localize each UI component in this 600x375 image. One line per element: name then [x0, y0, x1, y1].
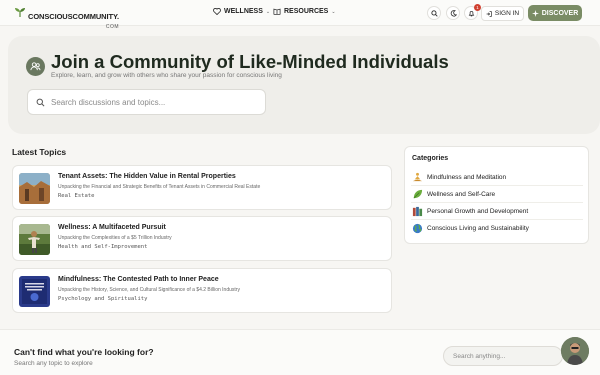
topic-thumbnail [19, 224, 50, 255]
top-nav-bar: CONSCIOUSCOMMUNITY. COM WELLNESS ⌄ RESOU… [0, 0, 600, 30]
topic-card[interactable]: Mindfulness: The Contested Path to Inner… [12, 268, 392, 313]
hero-subtitle: Explore, learn, and grow with others who… [51, 72, 282, 79]
search-prompt-title: Can't find what you're looking for? [14, 347, 154, 357]
topic-subtitle: Unpacking the History, Science, and Cult… [58, 287, 240, 293]
nav-wellness[interactable]: WELLNESS ⌄ [213, 8, 270, 15]
category-label: Wellness and Self-Care [427, 190, 496, 198]
topic-title[interactable]: Wellness: A Multifaceted Pursuit [58, 224, 166, 231]
nav-wellness-label: WELLNESS [224, 8, 263, 15]
topic-subtitle: Unpacking the Financial and Strategic Be… [58, 184, 261, 190]
category-label: Mindfulness and Meditation [427, 173, 507, 181]
search-button[interactable] [427, 6, 441, 20]
topic-subtitle: Unpacking the Complexities of a $5 Trill… [58, 235, 172, 241]
site-logo[interactable]: CONSCIOUSCOMMUNITY. COM [14, 6, 119, 30]
discover-button[interactable]: DISCOVER [528, 5, 582, 21]
nav-resources-label: RESOURCES [284, 8, 329, 15]
discussion-search-box[interactable] [27, 89, 266, 115]
nav-resources[interactable]: RESOURCES ⌄ [273, 8, 336, 15]
sprout-icon [15, 8, 25, 17]
footer-search-input[interactable]: Search anything... [443, 346, 563, 366]
discover-label: DISCOVER [541, 9, 579, 17]
book-icon [273, 8, 281, 15]
theme-toggle-button[interactable] [446, 6, 460, 20]
avatar[interactable] [561, 337, 589, 365]
chevron-down-icon: ⌄ [265, 8, 271, 15]
logo-text: CONSCIOUSCOMMUNITY. [28, 12, 120, 21]
category-label: Personal Growth and Development [427, 207, 529, 215]
topic-category: Real Estate [58, 193, 95, 199]
topic-card[interactable]: Wellness: A Multifaceted Pursuit Unpacki… [12, 216, 392, 261]
meditation-icon [411, 171, 423, 183]
bell-icon [468, 10, 474, 16]
notifications-button[interactable]: 1 [464, 4, 481, 20]
sign-in-button[interactable]: SIGN IN [481, 6, 524, 21]
sign-in-label: SIGN IN [494, 10, 520, 17]
search-icon [430, 9, 438, 17]
category-label: Conscious Living and Sustainability [427, 225, 529, 232]
topic-category: Psychology and Spirituality [58, 296, 148, 302]
leaf-icon [411, 188, 423, 200]
search-icon [36, 98, 45, 106]
topic-thumbnail [19, 173, 50, 204]
topic-card[interactable]: Tenant Assets: The Hidden Value in Renta… [12, 165, 392, 210]
globe-icon [411, 223, 423, 235]
latest-topics-heading: Latest Topics [12, 147, 67, 157]
hero-title: Join a Community of Like-Minded Individu… [51, 51, 449, 72]
community-icon [26, 57, 45, 76]
sparkle-icon [531, 9, 539, 17]
categories-panel: Categories Mindfulness and Meditation We… [404, 146, 589, 244]
search-prompt-subtitle: Search any topic to explore [14, 360, 93, 367]
logo-subtext: COM [105, 24, 120, 30]
chevron-down-icon: ⌄ [331, 8, 336, 15]
topic-thumbnail [19, 276, 50, 307]
login-icon [486, 10, 492, 17]
notification-badge: 1 [474, 4, 481, 11]
discussion-search-input[interactable] [51, 97, 251, 107]
topic-title[interactable]: Tenant Assets: The Hidden Value in Renta… [58, 173, 236, 180]
topic-category: Health and Self-Improvement [58, 244, 148, 250]
category-item[interactable]: Personal Growth and Development [411, 203, 583, 220]
moon-icon [450, 9, 457, 17]
topic-title[interactable]: Mindfulness: The Contested Path to Inner… [58, 276, 219, 283]
category-item[interactable]: Conscious Living and Sustainability [411, 220, 583, 237]
categories-heading: Categories [412, 155, 449, 162]
category-item[interactable]: Mindfulness and Meditation [411, 169, 583, 186]
category-item[interactable]: Wellness and Self-Care [411, 186, 583, 203]
books-icon [411, 205, 423, 217]
heart-icon [213, 8, 221, 15]
